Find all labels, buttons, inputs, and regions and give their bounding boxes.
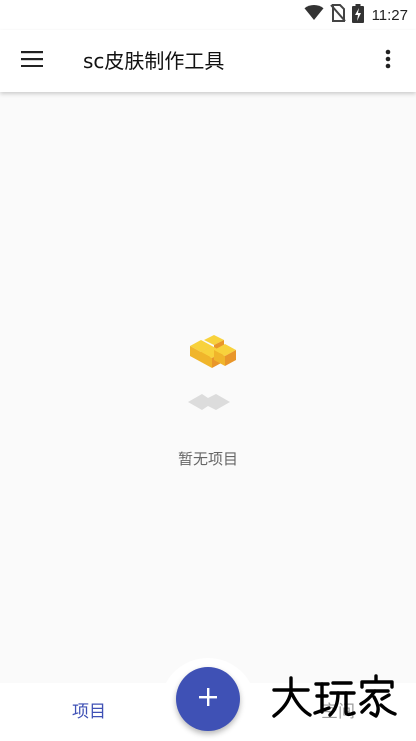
- empty-state: 暂无项目: [0, 330, 416, 469]
- empty-state-text: 暂无项目: [177, 450, 238, 468]
- add-project-button[interactable]: [176, 667, 240, 731]
- app-bar: sc皮肤制作工具: [0, 30, 416, 92]
- wifi-icon: [304, 5, 324, 25]
- watermark-logo: [270, 672, 400, 720]
- menu-button[interactable]: [10, 39, 54, 83]
- empty-blocks-icon: [0, 330, 416, 434]
- page-title: sc皮肤制作工具: [83, 49, 225, 73]
- status-icons: 11:27: [304, 3, 408, 27]
- more-options-button[interactable]: [366, 39, 410, 83]
- status-time: 11:27: [371, 6, 408, 24]
- no-sim-icon: [329, 4, 346, 26]
- plus-icon: [199, 688, 217, 710]
- more-vert-icon: [385, 49, 391, 73]
- status-bar: 11:27: [0, 0, 416, 30]
- battery-charging-icon: [351, 3, 364, 27]
- menu-icon: [21, 51, 43, 71]
- tab-projects[interactable]: 项目: [29, 683, 149, 741]
